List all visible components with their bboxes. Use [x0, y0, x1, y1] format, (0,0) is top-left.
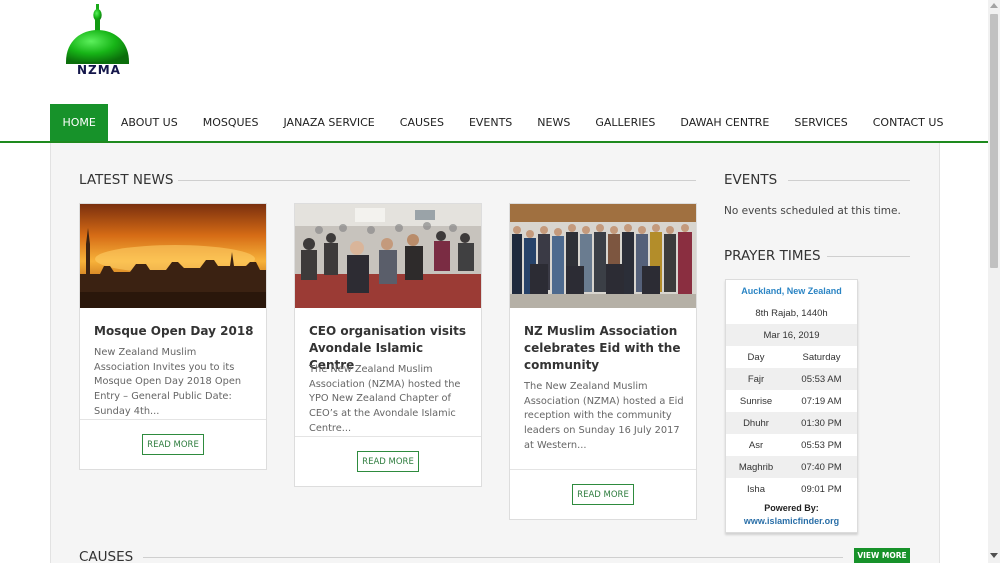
news-card: NZ Muslim Association celebrates Eid wit…	[509, 203, 697, 520]
main-navigation: HOME ABOUT US MOSQUES JANAZA SERVICE CAU…	[50, 104, 990, 141]
nav-news[interactable]: NEWS	[525, 104, 583, 141]
prayer-location: Auckland, New Zealand	[726, 280, 857, 302]
prayer-date: Mar 16, 2019	[726, 324, 857, 346]
islamicfinder-link[interactable]: www.islamicfinder.org	[726, 516, 857, 526]
prayer-time: 05:53 AM	[801, 373, 842, 385]
prayer-time: 01:30 PM	[801, 417, 842, 429]
logo-text: NZMA	[77, 63, 121, 77]
nav-mosques[interactable]: MOSQUES	[190, 104, 271, 141]
nav-events[interactable]: EVENTS	[456, 104, 524, 141]
scrollbar-thumb[interactable]	[990, 14, 998, 268]
news-excerpt: New Zealand Muslim Association Invites y…	[94, 347, 242, 417]
events-rule	[788, 180, 910, 181]
news-title[interactable]: NZ Muslim Association celebrates Eid wit…	[524, 323, 684, 374]
nav-about-us[interactable]: ABOUT US	[108, 104, 190, 141]
read-more-button[interactable]: READ MORE	[572, 484, 634, 505]
prayer-times-widget: Auckland, New Zealand 8th Rajab, 1440h M…	[725, 279, 858, 533]
card-divider	[510, 469, 696, 470]
news-excerpt: The New Zealand Muslim Association (NZMA…	[309, 364, 461, 434]
news-image-group-photo[interactable]	[510, 204, 696, 308]
powered-by-label: Powered By:	[764, 503, 819, 513]
prayer-times-heading: PRAYER TIMES	[724, 248, 821, 264]
events-empty-message: No events scheduled at this time.	[724, 205, 901, 217]
date-text: Mar 16, 2019	[763, 329, 820, 341]
events-heading: EVENTS	[724, 172, 778, 188]
view-more-button[interactable]: VIEW MORE	[854, 548, 910, 563]
prayer-location-link[interactable]: Auckland, New Zealand	[741, 286, 842, 296]
prayer-time: 07:40 PM	[801, 461, 842, 473]
nav-galleries[interactable]: GALLERIES	[583, 104, 668, 141]
prayer-name: Isha	[747, 483, 765, 495]
prayer-row: Isha 09:01 PM	[726, 478, 857, 500]
prayer-name: Fajr	[747, 373, 765, 385]
news-excerpt: The New Zealand Muslim Association (NZMA…	[524, 381, 684, 451]
day-value: Saturday	[802, 351, 841, 363]
day-label: Day	[747, 351, 765, 363]
news-image-sunset-city[interactable]	[80, 204, 266, 308]
prayer-name: Maghrib	[738, 461, 774, 473]
prayer-row: Dhuhr 01:30 PM	[726, 412, 857, 434]
causes-rule	[143, 557, 843, 558]
prayer-time: 09:01 PM	[801, 483, 842, 495]
page-scrollbar[interactable]	[988, 0, 1000, 563]
prayer-time: 07:19 AM	[801, 395, 842, 407]
hijri-date-text: 8th Rajab, 1440h	[755, 307, 828, 319]
prayer-row: Maghrib 07:40 PM	[726, 456, 857, 478]
main-content: LATEST NEWS Mosque Open Day 2018 New Zea…	[50, 143, 940, 565]
read-more-button[interactable]: READ MORE	[142, 434, 204, 455]
scroll-up-arrow-icon[interactable]	[990, 3, 998, 8]
prayer-name: Asr	[748, 439, 764, 451]
nav-home[interactable]: HOME	[50, 104, 109, 141]
latest-news-rule	[178, 180, 696, 181]
prayer-hijri-date: 8th Rajab, 1440h	[726, 302, 857, 324]
prayer-row: Asr 05:53 PM	[726, 434, 857, 456]
news-title[interactable]: Mosque Open Day 2018	[94, 323, 254, 340]
card-divider	[80, 419, 266, 420]
scroll-down-arrow-icon[interactable]	[990, 553, 998, 558]
prayer-times-rule	[827, 256, 910, 257]
prayer-row: Sunrise 07:19 AM	[726, 390, 857, 412]
nav-janaza-service[interactable]: JANAZA SERVICE	[271, 104, 387, 141]
nav-services[interactable]: SERVICES	[782, 104, 860, 141]
prayer-row: Fajr 05:53 AM	[726, 368, 857, 390]
site-header: NZMA HOME ABOUT US MOSQUES JANAZA SERVIC…	[0, 0, 988, 142]
prayer-time: 05:53 PM	[801, 439, 842, 451]
nav-contact-us[interactable]: CONTACT US	[860, 104, 956, 141]
prayer-name: Dhuhr	[743, 417, 769, 429]
card-divider	[295, 436, 481, 437]
nav-dawah-centre[interactable]: DAWAH CENTRE	[668, 104, 782, 141]
news-card: Mosque Open Day 2018 New Zealand Muslim …	[79, 203, 267, 470]
read-more-button[interactable]: READ MORE	[357, 451, 419, 472]
nav-causes[interactable]: CAUSES	[387, 104, 456, 141]
latest-news-heading: LATEST NEWS	[79, 172, 174, 188]
news-card: CEO organisation visits Avondale Islamic…	[294, 203, 482, 487]
prayer-day-row: Day Saturday	[726, 346, 857, 368]
news-image-audience[interactable]	[295, 204, 481, 308]
prayer-name: Sunrise	[739, 395, 773, 407]
